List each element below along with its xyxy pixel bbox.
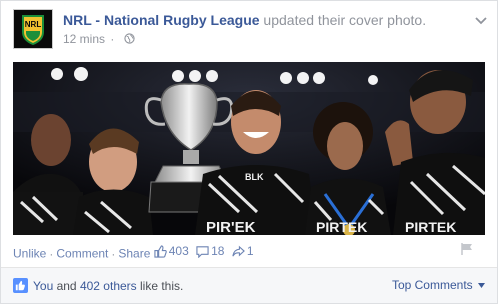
likes-footer: You and 402 others like this. Top Commen… — [1, 267, 497, 303]
page-name-link[interactable]: NRL - National Rugby League — [63, 12, 260, 28]
jersey-sleeve-text: BLK — [245, 172, 264, 182]
likes-and-text: and — [53, 278, 80, 293]
cover-photo[interactable]: PIR'EK BLK PIRTEK PIRTEK — [13, 62, 485, 235]
post-card: NRL NRL - National Rugby League updated … — [0, 0, 498, 304]
likes-you-link[interactable]: You — [33, 279, 53, 293]
post-title: NRL - National Rugby League updated thei… — [63, 12, 426, 28]
post-timestamp[interactable]: 12 mins — [63, 32, 105, 46]
jersey-sponsor-text-2: PIRTEK — [316, 219, 367, 235]
comment-bubble-icon — [196, 245, 209, 258]
post-meta: 12 mins · — [63, 32, 135, 47]
page-avatar[interactable]: NRL — [13, 9, 53, 49]
logo-text: NRL — [25, 20, 42, 29]
comment-count-value: 18 — [211, 244, 225, 258]
share-arrow-icon — [232, 245, 245, 256]
comment-link[interactable]: Comment — [56, 247, 108, 261]
action-separator: · — [49, 246, 54, 261]
unlike-link[interactable]: Unlike — [13, 247, 46, 261]
thumbs-up-icon — [154, 244, 167, 258]
likes-tail-text: like this. — [136, 278, 184, 293]
top-comments-dropdown[interactable]: Top Comments — [392, 278, 485, 292]
globe-icon[interactable] — [124, 33, 135, 47]
post-actions: Unlike · Comment · Share 403 18 1 — [13, 244, 258, 261]
share-link[interactable]: Share — [118, 247, 150, 261]
like-badge-icon — [13, 278, 28, 293]
share-count-value: 1 — [246, 244, 254, 258]
likes-text: You and 402 others like this. — [33, 279, 183, 293]
action-separator: · — [111, 246, 116, 261]
caret-down-icon — [478, 283, 485, 288]
post-options-chevron-icon[interactable] — [474, 13, 488, 31]
likes-summary: You and 402 others like this. — [13, 278, 183, 293]
nrl-logo: NRL — [14, 10, 52, 48]
likes-others-link[interactable]: 402 others — [80, 279, 137, 293]
like-count-value: 403 — [168, 244, 189, 258]
jersey-sponsor-text-3: PIRTEK — [405, 219, 456, 235]
top-comments-label: Top Comments — [391, 278, 473, 292]
cover-photo-image: PIR'EK BLK PIRTEK PIRTEK — [13, 62, 485, 235]
like-count[interactable]: 403 — [154, 244, 189, 258]
report-flag-icon[interactable] — [459, 242, 475, 261]
share-count[interactable]: 1 — [232, 244, 254, 258]
jersey-sponsor-text: PIR'EK — [206, 219, 256, 235]
meta-separator: · — [110, 32, 115, 46]
comment-count[interactable]: 18 — [196, 244, 224, 258]
post-action-text: updated their cover photo. — [259, 12, 427, 28]
